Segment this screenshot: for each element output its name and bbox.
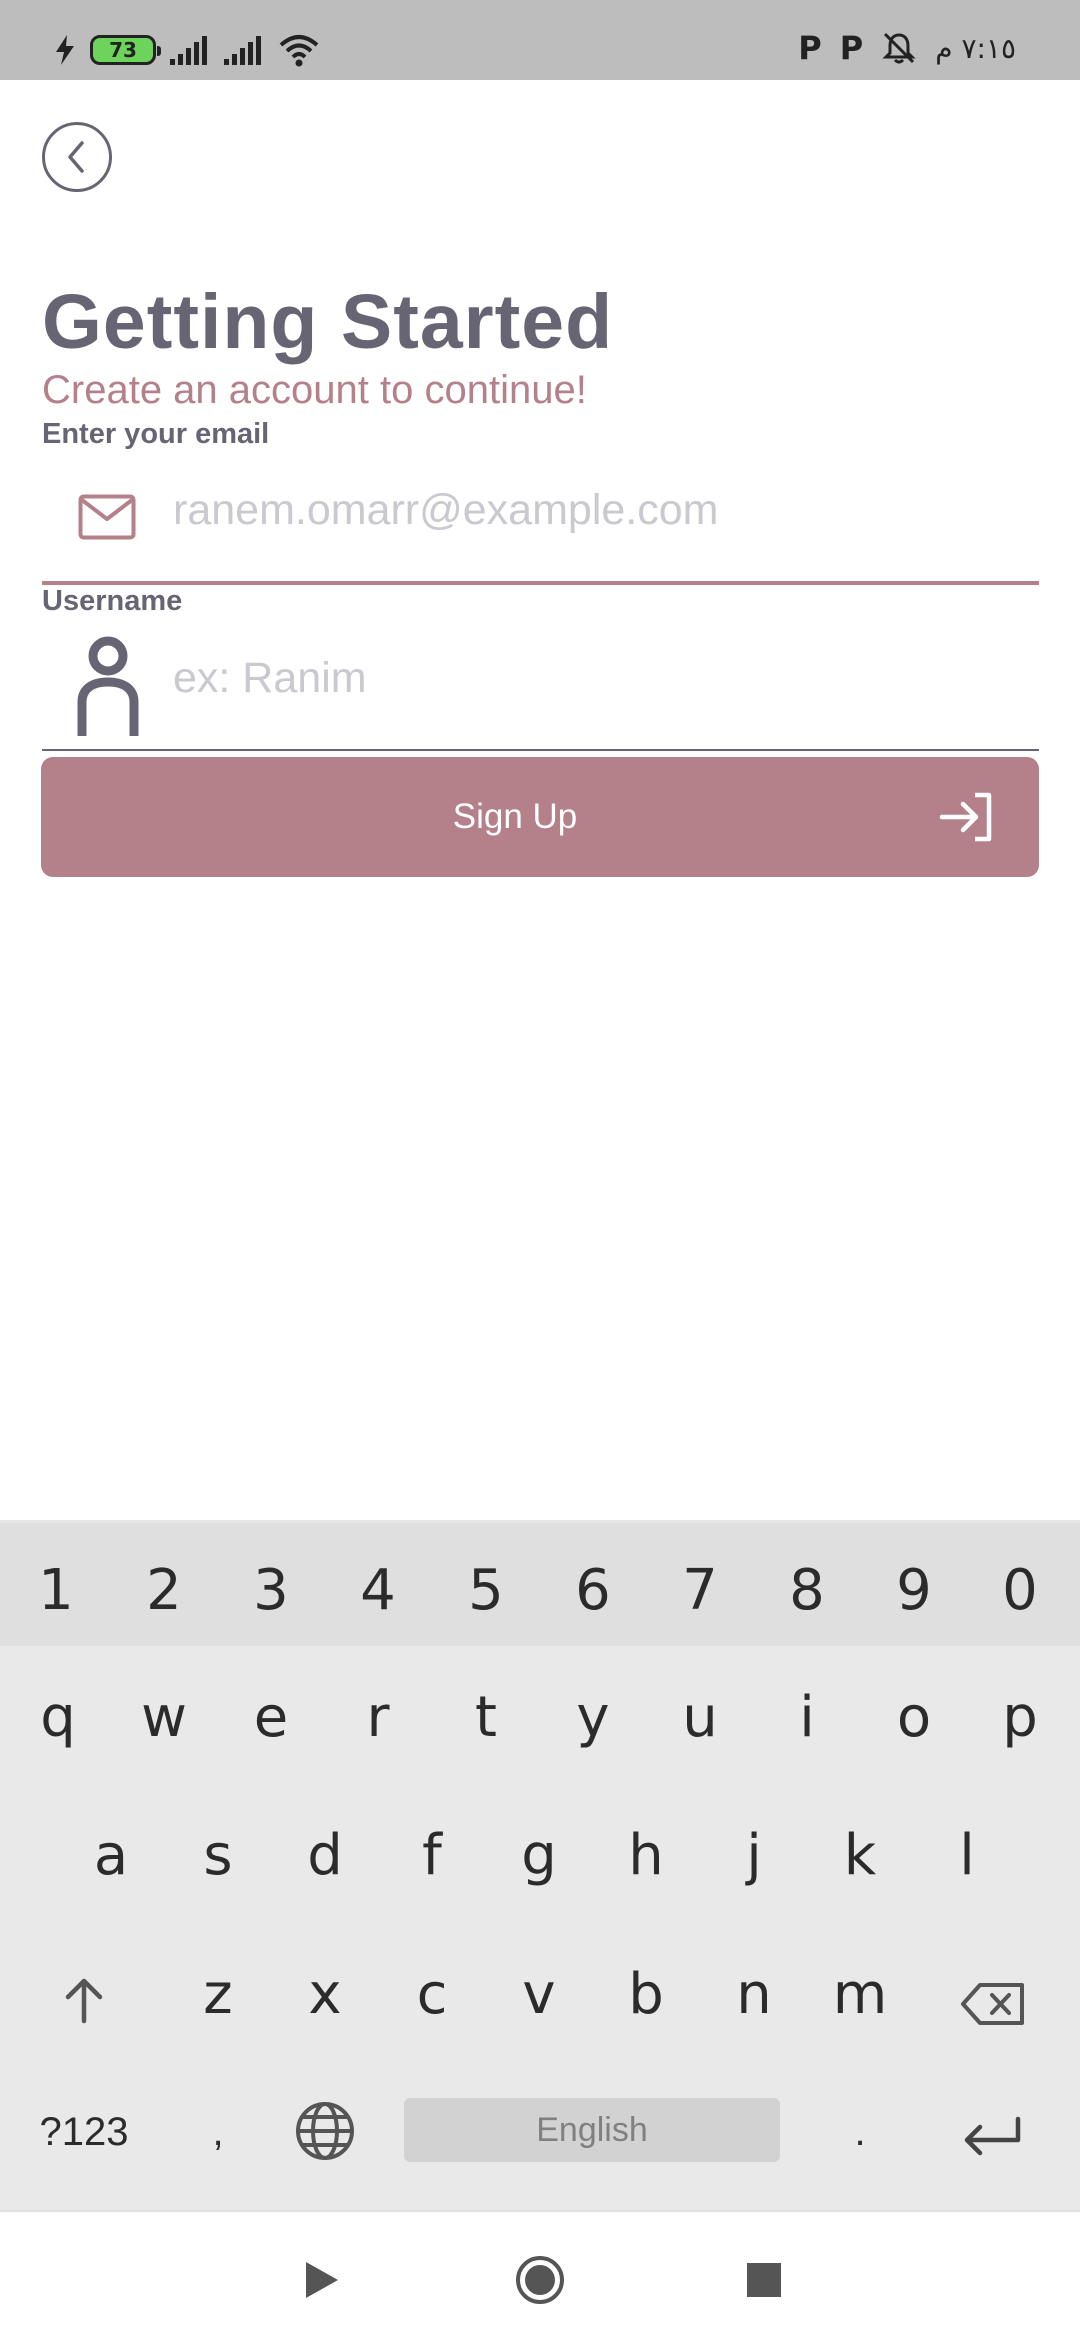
- key-j[interactable]: j: [714, 1816, 794, 1896]
- signal-icon: [170, 36, 207, 65]
- key-q[interactable]: q: [18, 1678, 98, 1758]
- key-e[interactable]: e: [231, 1678, 311, 1758]
- muted-bell-icon: [882, 32, 916, 64]
- username-underline: [42, 749, 1039, 751]
- key-c[interactable]: c: [392, 1955, 472, 2035]
- key-g[interactable]: g: [499, 1816, 579, 1896]
- backspace-key[interactable]: [958, 1980, 1028, 2036]
- key-x[interactable]: x: [285, 1955, 365, 2035]
- home-circle-icon[interactable]: [514, 2254, 566, 2306]
- key-i[interactable]: i: [767, 1678, 847, 1758]
- key-7[interactable]: 7: [660, 1551, 740, 1631]
- enter-arrow-icon: [964, 2116, 1021, 2156]
- key-6[interactable]: 6: [553, 1551, 633, 1631]
- key-m[interactable]: m: [820, 1955, 900, 2035]
- email-field[interactable]: ranem.omarr@example.com: [42, 460, 1039, 585]
- signal-icon: [224, 36, 261, 65]
- status-left: 73: [54, 30, 320, 70]
- email-label: Enter your email: [42, 418, 270, 450]
- key-r[interactable]: r: [338, 1678, 418, 1758]
- battery-icon: 73: [90, 35, 161, 65]
- backspace-icon: [961, 1983, 1024, 2025]
- key-4[interactable]: 4: [338, 1551, 418, 1631]
- symbols-key[interactable]: ?123: [24, 2092, 144, 2172]
- globe-icon: [296, 2102, 354, 2160]
- key-w[interactable]: w: [124, 1678, 204, 1758]
- key-s[interactable]: s: [178, 1816, 258, 1896]
- key-h[interactable]: h: [606, 1816, 686, 1896]
- sign-up-label: Sign Up: [452, 797, 578, 836]
- sign-up-button[interactable]: Sign Up: [41, 757, 1039, 877]
- page-subtitle: Create an account to continue!: [42, 368, 587, 412]
- key-3[interactable]: 3: [231, 1551, 311, 1631]
- soft-keyboard: 1 2 3 4 5 6 7 8 9 0 q w e r t y u i o p …: [0, 1520, 1080, 2210]
- period-key[interactable]: .: [820, 2092, 900, 2172]
- key-o[interactable]: o: [874, 1678, 954, 1758]
- key-b[interactable]: b: [606, 1955, 686, 2035]
- key-d[interactable]: d: [285, 1816, 365, 1896]
- key-l[interactable]: l: [927, 1816, 1007, 1896]
- key-v[interactable]: v: [499, 1955, 579, 2035]
- keyboard-number-row: 1 2 3 4 5 6 7 8 9 0: [0, 1520, 1080, 1646]
- key-t[interactable]: t: [446, 1678, 526, 1758]
- charging-icon: [56, 35, 74, 65]
- key-2[interactable]: 2: [124, 1551, 204, 1631]
- key-k[interactable]: k: [820, 1816, 900, 1896]
- enter-key[interactable]: [958, 2110, 1028, 2166]
- person-icon: [77, 636, 139, 736]
- key-u[interactable]: u: [660, 1678, 740, 1758]
- key-9[interactable]: 9: [874, 1551, 954, 1631]
- space-key[interactable]: English: [404, 2098, 780, 2162]
- username-placeholder: ex: Ranim: [173, 654, 367, 702]
- p-icon: P: [839, 29, 864, 67]
- key-8[interactable]: 8: [767, 1551, 847, 1631]
- shift-arrow-icon: [65, 1978, 103, 2024]
- key-f[interactable]: f: [392, 1816, 472, 1896]
- recents-square-icon[interactable]: [746, 2262, 782, 2298]
- key-a[interactable]: a: [71, 1816, 151, 1896]
- status-time: ٧:١٥ م: [935, 31, 1016, 65]
- key-p[interactable]: p: [980, 1678, 1060, 1758]
- username-label: Username: [42, 585, 183, 617]
- chevron-left-icon: [68, 141, 84, 173]
- key-1[interactable]: 1: [16, 1551, 96, 1631]
- key-z[interactable]: z: [178, 1955, 258, 2035]
- battery-level: 73: [109, 38, 137, 62]
- login-arrow-icon: [939, 792, 992, 842]
- email-placeholder: ranem.omarr@example.com: [173, 486, 719, 534]
- key-y[interactable]: y: [553, 1678, 633, 1758]
- p-icon: P: [798, 29, 822, 67]
- system-nav-bar: [0, 2210, 1080, 2340]
- mail-icon: [78, 494, 136, 540]
- back-button[interactable]: [42, 122, 112, 192]
- username-field[interactable]: ex: Ranim: [42, 626, 1039, 751]
- status-right: P P ٧:١٥ م: [798, 28, 1016, 68]
- key-n[interactable]: n: [714, 1955, 794, 2035]
- key-0[interactable]: 0: [980, 1551, 1060, 1631]
- back-triangle-icon[interactable]: [304, 2260, 340, 2300]
- wifi-icon: [279, 35, 319, 67]
- key-5[interactable]: 5: [446, 1551, 526, 1631]
- comma-key[interactable]: ,: [178, 2092, 258, 2172]
- status-bar: 73 P P ٧:١٥ م: [0, 0, 1080, 80]
- page-title: Getting Started: [42, 279, 614, 365]
- email-underline: [42, 581, 1039, 585]
- shift-key[interactable]: [54, 1977, 114, 2035]
- language-key[interactable]: [292, 2100, 358, 2172]
